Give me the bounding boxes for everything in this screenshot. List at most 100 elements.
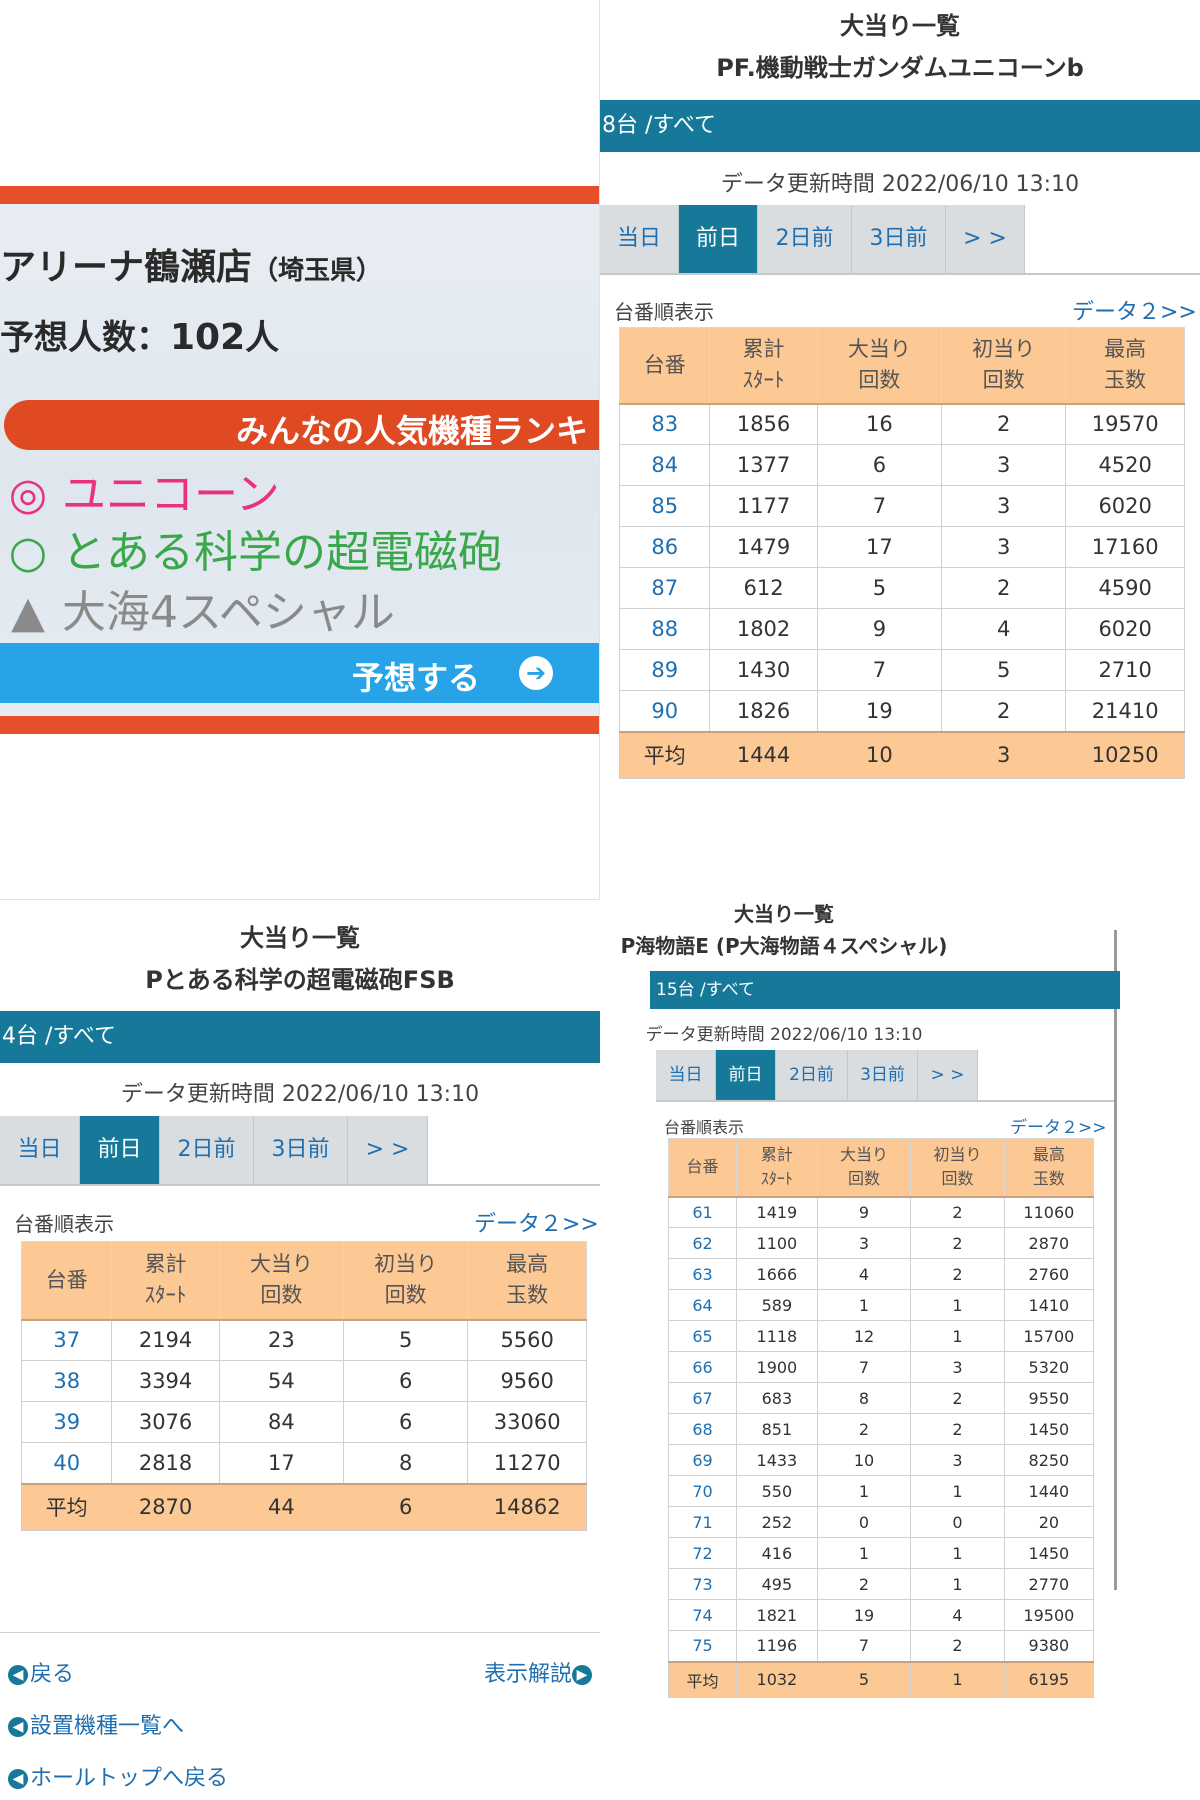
header-first-hit: 初当り 回数 [343, 1241, 469, 1321]
machine-number-link[interactable]: 88 [618, 608, 711, 650]
header-max-balls-text: 最高 [506, 1251, 549, 1276]
table-cell: 5 [941, 649, 1067, 691]
data2-link[interactable]: データ２>> [474, 1206, 599, 1238]
table-cell: 6020 [1065, 485, 1185, 527]
table-cell: 8 [343, 1442, 469, 1484]
data2-link[interactable]: データ２>> [1072, 294, 1197, 326]
table-cell: 4 [816, 1258, 912, 1290]
machine-number-link[interactable]: 83 [618, 403, 711, 445]
tab-today[interactable]: 当日 [0, 1116, 80, 1184]
machine-number-link[interactable]: 89 [618, 649, 711, 691]
table-cell: 9 [816, 1196, 912, 1228]
explain-link-label: 表示解説 [484, 1662, 573, 1687]
machine-number-link[interactable]: 90 [618, 690, 711, 732]
table-row: 61 1419 9 2 11060 [668, 1196, 1095, 1228]
machine-number-link[interactable]: 66 [668, 1351, 737, 1383]
machine-number-link[interactable]: 62 [668, 1227, 737, 1259]
tab-yesterday[interactable]: 前日 [80, 1116, 160, 1184]
table-cell: 2 [941, 690, 1067, 732]
machine-number-link[interactable]: 38 [20, 1360, 113, 1402]
machine-number-link[interactable]: 40 [20, 1442, 113, 1484]
table-cell: 3 [941, 526, 1067, 568]
table-cell: 20 [1003, 1506, 1095, 1538]
table-cell: 7 [816, 1630, 912, 1662]
tabs-divider [600, 273, 1200, 275]
tab-yesterday[interactable]: 前日 [679, 205, 758, 273]
machine-number-link[interactable]: 67 [668, 1382, 737, 1414]
explain-link[interactable]: 表示解説 ▶ [484, 1656, 594, 1688]
tab-3days-ago[interactable]: 3日前 [254, 1116, 348, 1184]
table-row: 64 589 1 1 1410 [668, 1289, 1095, 1321]
table-cell: 1410 [1003, 1289, 1095, 1321]
back-link[interactable]: ◀ 戻る [8, 1656, 74, 1688]
store-banner[interactable]: アリーナ鶴瀬店（埼玉県） 予想人数：102人 みんなの人気機種ランキ ◎ ユニコー… [0, 186, 599, 734]
average-label: 平均 [618, 730, 711, 779]
machine-number-link[interactable]: 73 [668, 1568, 737, 1600]
table-cell: 851 [736, 1413, 818, 1445]
table-cell: 1 [910, 1568, 1005, 1600]
machine-number-link[interactable]: 87 [618, 567, 711, 609]
chevron-right-icon: ▶ [572, 1665, 593, 1685]
table-cell: 19500 [1003, 1599, 1095, 1631]
machine-count-bar: 8台 /すべて [600, 100, 1200, 152]
forecast-visitors: 予想人数：102人 [0, 310, 279, 359]
table-cell: 1433 [736, 1444, 818, 1476]
machine-number-link[interactable]: 68 [668, 1413, 737, 1445]
machine-number-link[interactable]: 85 [618, 485, 711, 527]
update-time: データ更新時間 2022/06/10 13:10 [120, 1082, 480, 1107]
average-label: 平均 [20, 1482, 113, 1531]
tabs-divider [0, 1184, 600, 1186]
tab-more[interactable]: > > [946, 205, 1025, 273]
table-cell: 1 [910, 1289, 1005, 1321]
header-jackpot-count: 大当り 回数 [218, 1241, 345, 1321]
machine-number-link[interactable]: 84 [618, 444, 711, 486]
machine-number-link[interactable]: 74 [668, 1599, 737, 1631]
table-cell: 2 [910, 1382, 1005, 1414]
machine-number-link[interactable]: 72 [668, 1537, 737, 1569]
table-row: 68 851 2 2 1450 [668, 1413, 1095, 1445]
table-cell: 9 [816, 608, 943, 650]
machine-number-link[interactable]: 65 [668, 1320, 737, 1352]
header-total-start-text: ｽﾀｰﾄ [742, 368, 785, 393]
tab-3days-ago[interactable]: 3日前 [852, 205, 946, 273]
machine-number-link[interactable]: 64 [668, 1289, 737, 1321]
machine-name: PF.機動戦士ガンダムユニコーンb [716, 54, 1084, 82]
machine-number-link[interactable]: 39 [20, 1401, 113, 1443]
hall-top-link[interactable]: ◀ ホールトップへ戻る [8, 1760, 228, 1792]
tab-2days-ago[interactable]: 2日前 [776, 1050, 848, 1100]
machine-number-link[interactable]: 37 [20, 1319, 113, 1361]
data2-link[interactable]: データ２>> [1010, 1113, 1107, 1138]
machine-number-link[interactable]: 63 [668, 1258, 737, 1290]
table-cell: 7 [816, 649, 943, 691]
tab-2days-ago[interactable]: 2日前 [758, 205, 852, 273]
machine-number-link[interactable]: 71 [668, 1506, 737, 1538]
table-cell: 1 [816, 1289, 912, 1321]
sort-label: 台番順表示 [614, 300, 714, 324]
tab-more[interactable]: > > [918, 1050, 978, 1100]
machine-number-link[interactable]: 75 [668, 1630, 737, 1662]
predict-button[interactable]: 予想する ➔ [0, 643, 599, 703]
average-cell: 1032 [736, 1660, 818, 1698]
machine-number-link[interactable]: 70 [668, 1475, 737, 1507]
tab-2days-ago[interactable]: 2日前 [160, 1116, 254, 1184]
header-jackpot-count-text: 大当り [847, 336, 911, 361]
machine-number-link[interactable]: 69 [668, 1444, 737, 1476]
tab-today[interactable]: 当日 [600, 205, 679, 273]
table-row: 66 1900 7 3 5320 [668, 1351, 1095, 1383]
jackpot-table: 台番 累計 ｽﾀｰﾄ 大当り 回数 初当り 回数 最高 玉数 61 1419 9 2 11060 62 110… [668, 1138, 1095, 1698]
tab-yesterday[interactable]: 前日 [716, 1050, 776, 1100]
table-row: 84 1377 6 3 4520 [618, 444, 1185, 486]
table-row: 89 1430 7 5 2710 [618, 649, 1185, 691]
scrollbar[interactable] [1114, 930, 1117, 1590]
tab-more[interactable]: > > [348, 1116, 428, 1184]
machine-number-link[interactable]: 86 [618, 526, 711, 568]
header-machine-no: 台番 [668, 1138, 737, 1198]
tab-today[interactable]: 当日 [656, 1050, 716, 1100]
table-cell: 5560 [467, 1319, 587, 1361]
machine-number-link[interactable]: 61 [668, 1196, 737, 1228]
ranking-item-3: ▲ 大海4スペシャル [6, 576, 395, 640]
average-cell: 44 [218, 1482, 345, 1531]
tab-3days-ago[interactable]: 3日前 [848, 1050, 918, 1100]
forecast-label: 予想人数： [0, 318, 170, 358]
machine-list-link[interactable]: ◀ 設置機種一覧へ [8, 1708, 184, 1740]
